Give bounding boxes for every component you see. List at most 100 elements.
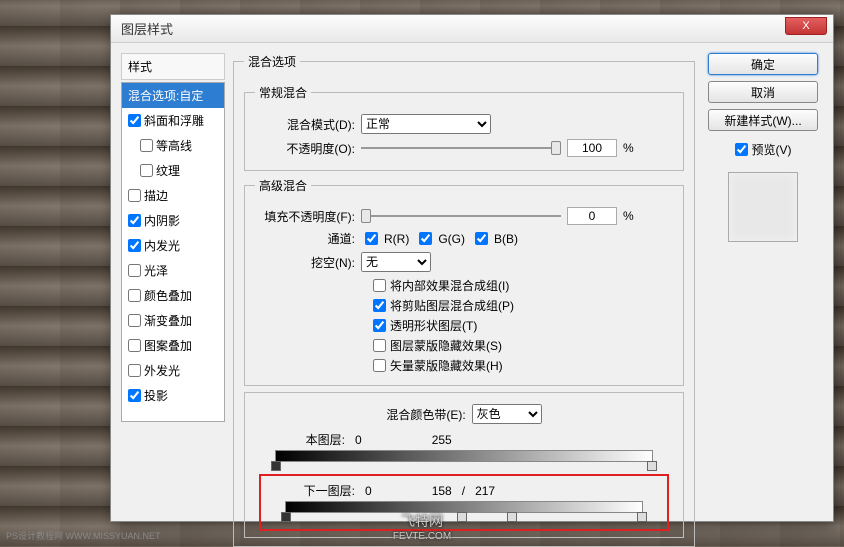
style-checkbox[interactable] bbox=[140, 139, 153, 152]
blend-options-group: 混合选项 常规混合 混合模式(D): 正常 不透明度(O): bbox=[233, 53, 695, 547]
style-label: 混合选项:自定 bbox=[128, 87, 203, 104]
ok-button[interactable]: 确定 bbox=[708, 53, 818, 75]
titlebar[interactable]: 图层样式 X bbox=[111, 15, 833, 43]
advanced-option-label: 图层蒙版隐藏效果(S) bbox=[390, 337, 502, 354]
style-checkbox[interactable] bbox=[128, 189, 141, 202]
style-checkbox[interactable] bbox=[128, 339, 141, 352]
style-checkbox[interactable] bbox=[128, 314, 141, 327]
underlying-mid1: 158 bbox=[432, 484, 452, 498]
advanced-option-label: 将内部效果混合成组(I) bbox=[390, 277, 509, 294]
layer-style-dialog: 图层样式 X 样式 混合选项:自定斜面和浮雕等高线纹理描边内阴影内发光光泽颜色叠… bbox=[110, 14, 834, 522]
percent-label: % bbox=[623, 141, 634, 155]
style-label: 等高线 bbox=[156, 137, 192, 154]
preview-checkbox[interactable] bbox=[735, 143, 748, 156]
style-checkbox[interactable] bbox=[128, 114, 141, 127]
watermark-top: 飞特网 bbox=[393, 511, 451, 531]
opacity-slider[interactable] bbox=[361, 141, 561, 155]
opacity-input[interactable] bbox=[567, 139, 617, 157]
channel-b-label: B(B) bbox=[494, 232, 518, 246]
advanced-option-row: 透明形状图层(T) bbox=[255, 317, 673, 334]
opacity-thumb[interactable] bbox=[551, 141, 561, 155]
style-item[interactable]: 渐变叠加 bbox=[122, 308, 224, 333]
advanced-blend-group: 高级混合 填充不透明度(F): % 通道: R(R) G(G) bbox=[244, 177, 684, 386]
blend-mode-row: 混合模式(D): 正常 bbox=[255, 114, 673, 134]
style-label: 斜面和浮雕 bbox=[144, 112, 204, 129]
underlying-label: 下一图层: bbox=[285, 482, 355, 499]
preview-thumbnail bbox=[728, 172, 798, 242]
general-blend-legend: 常规混合 bbox=[255, 84, 311, 101]
channel-r-checkbox[interactable] bbox=[365, 232, 378, 245]
style-item[interactable]: 内阴影 bbox=[122, 208, 224, 233]
handle-high[interactable] bbox=[637, 512, 647, 522]
style-checkbox[interactable] bbox=[128, 214, 141, 227]
advanced-option-label: 将剪贴图层混合成组(P) bbox=[390, 297, 514, 314]
knockout-row: 挖空(N): 无 bbox=[255, 252, 673, 272]
advanced-blend-legend: 高级混合 bbox=[255, 177, 311, 194]
blend-if-label: 混合颜色带(E): bbox=[386, 406, 465, 423]
handle-low[interactable] bbox=[281, 512, 291, 522]
new-style-button[interactable]: 新建样式(W)... bbox=[708, 109, 818, 131]
watermark-center: 飞特网 FEVTE.COM bbox=[393, 511, 451, 542]
style-item[interactable]: 内发光 bbox=[122, 233, 224, 258]
underlying-gradient[interactable] bbox=[285, 501, 643, 513]
blend-if-select[interactable]: 灰色 bbox=[472, 404, 542, 424]
this-layer-label: 本图层: bbox=[275, 431, 345, 448]
handle-mid2[interactable] bbox=[507, 512, 517, 522]
this-layer-high: 255 bbox=[432, 433, 452, 447]
knockout-select[interactable]: 无 bbox=[361, 252, 431, 272]
style-item[interactable]: 纹理 bbox=[122, 158, 224, 183]
style-item[interactable]: 光泽 bbox=[122, 258, 224, 283]
advanced-option-checkbox[interactable] bbox=[373, 319, 386, 332]
opacity-label: 不透明度(O): bbox=[255, 140, 355, 157]
advanced-option-checkbox[interactable] bbox=[373, 279, 386, 292]
advanced-option-checkbox[interactable] bbox=[373, 359, 386, 372]
style-label: 投影 bbox=[144, 387, 168, 404]
style-item[interactable]: 描边 bbox=[122, 183, 224, 208]
blend-mode-select[interactable]: 正常 bbox=[361, 114, 491, 134]
dialog-title: 图层样式 bbox=[121, 19, 173, 38]
style-checkbox[interactable] bbox=[128, 289, 141, 302]
fill-opacity-row: 填充不透明度(F): % bbox=[255, 207, 673, 225]
handle-low[interactable] bbox=[271, 461, 281, 471]
handle-high[interactable] bbox=[647, 461, 657, 471]
style-label: 描边 bbox=[144, 187, 168, 204]
knockout-label: 挖空(N): bbox=[255, 254, 355, 271]
fill-opacity-slider[interactable] bbox=[361, 209, 561, 223]
style-item[interactable]: 等高线 bbox=[122, 133, 224, 158]
underlying-mid2: 217 bbox=[475, 484, 495, 498]
style-item[interactable]: 投影 bbox=[122, 383, 224, 408]
channel-r-label: R(R) bbox=[384, 232, 409, 246]
opacity-row: 不透明度(O): % bbox=[255, 139, 673, 157]
fill-opacity-input[interactable] bbox=[567, 207, 617, 225]
styles-header: 样式 bbox=[121, 53, 225, 80]
watermark-bottom: FEVTE.COM bbox=[393, 531, 451, 542]
fill-opacity-label: 填充不透明度(F): bbox=[255, 208, 355, 225]
style-item[interactable]: 外发光 bbox=[122, 358, 224, 383]
style-item[interactable]: 混合选项:自定 bbox=[122, 83, 224, 108]
style-label: 光泽 bbox=[144, 262, 168, 279]
style-item[interactable]: 颜色叠加 bbox=[122, 283, 224, 308]
style-item[interactable]: 斜面和浮雕 bbox=[122, 108, 224, 133]
advanced-option-checkbox[interactable] bbox=[373, 299, 386, 312]
channel-b-checkbox[interactable] bbox=[475, 232, 488, 245]
handle-mid1[interactable] bbox=[457, 512, 467, 522]
style-label: 内发光 bbox=[144, 237, 180, 254]
style-checkbox[interactable] bbox=[140, 164, 153, 177]
style-checkbox[interactable] bbox=[128, 364, 141, 377]
style-label: 颜色叠加 bbox=[144, 287, 192, 304]
style-label: 渐变叠加 bbox=[144, 312, 192, 329]
this-layer-gradient[interactable] bbox=[275, 450, 653, 462]
cancel-button[interactable]: 取消 bbox=[708, 81, 818, 103]
advanced-option-checkbox[interactable] bbox=[373, 339, 386, 352]
advanced-option-row: 图层蒙版隐藏效果(S) bbox=[255, 337, 673, 354]
style-label: 图案叠加 bbox=[144, 337, 192, 354]
style-checkbox[interactable] bbox=[128, 264, 141, 277]
this-layer-row: 本图层: 0 255 bbox=[255, 429, 673, 450]
close-button[interactable]: X bbox=[785, 17, 827, 35]
style-checkbox[interactable] bbox=[128, 389, 141, 402]
style-checkbox[interactable] bbox=[128, 239, 141, 252]
fill-opacity-thumb[interactable] bbox=[361, 209, 371, 223]
channel-g-checkbox[interactable] bbox=[419, 232, 432, 245]
blend-options-legend: 混合选项 bbox=[244, 53, 300, 70]
style-item[interactable]: 图案叠加 bbox=[122, 333, 224, 358]
